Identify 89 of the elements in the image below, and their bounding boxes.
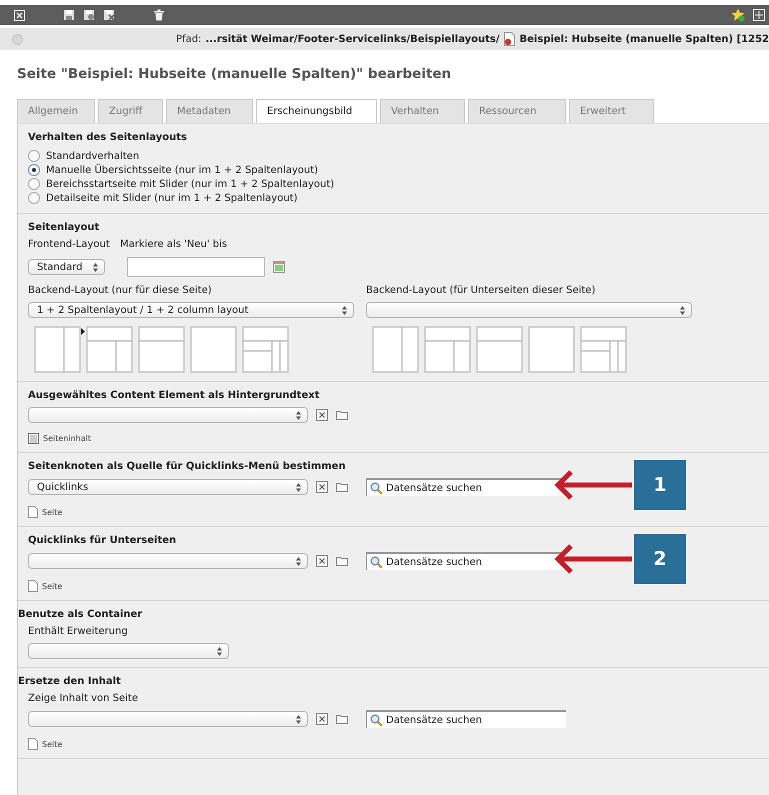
page-icon [28, 506, 38, 518]
record-type-label: Seite [42, 508, 62, 516]
search-field[interactable]: Datensätze suchen [366, 710, 566, 728]
page-icon [504, 32, 516, 46]
dropdown[interactable] [28, 553, 308, 569]
section-heading: Benutze als Container [18, 609, 144, 620]
section-heading: Ausgewähltes Content Element als Hintergrundtext [28, 390, 320, 401]
search-input[interactable]: Datensätze suchen [386, 482, 556, 494]
search-icon [370, 556, 383, 568]
updown-icon [93, 262, 98, 272]
clear-icon[interactable] [316, 713, 328, 725]
calendar-icon[interactable] [273, 261, 285, 273]
field-label: Markiere als 'Neu' bis [120, 239, 228, 250]
record-type-label: Seite [42, 740, 62, 748]
radio-button[interactable] [28, 164, 40, 176]
field-label: Zeige Inhalt von Seite [28, 693, 139, 704]
radio-label: Detailseite mit Slider (nur im 1 + 2 Spaltenlayout) [46, 192, 298, 204]
path-trail: ...rsität Weimar/Footer-Servicelinks/Beispiellayouts/ [205, 34, 500, 44]
clear-icon[interactable] [316, 481, 328, 493]
dropdown[interactable]: 1 + 2 Spaltenlayout / 1 + 2 column layout [28, 302, 354, 318]
section-heading: Quicklinks für Unterseiten [28, 535, 178, 546]
updown-icon [296, 410, 301, 420]
tab[interactable]: Verhalten [380, 99, 465, 123]
updown-icon [217, 646, 222, 656]
dropdown[interactable] [28, 407, 308, 423]
layout-thumbnail[interactable] [81, 326, 133, 373]
dropdown[interactable]: Quicklinks [28, 479, 308, 495]
radio-button[interactable] [28, 192, 40, 204]
updown-icon [296, 556, 301, 566]
record-type-label: Seite [42, 582, 62, 590]
delete-icon[interactable] [153, 9, 165, 21]
section-heading: Ersetze den Inhalt [18, 676, 122, 687]
tab[interactable]: Ressourcen [468, 99, 566, 123]
radio-label: Bereichsstartseite mit Slider (nur im 1 + 2 Spaltenlayout) [46, 178, 334, 190]
dropdown[interactable] [366, 302, 692, 318]
dropdown[interactable] [28, 711, 308, 727]
search-field[interactable]: Datensätze suchen [366, 552, 566, 570]
page-icon [28, 738, 38, 750]
list-icon [28, 433, 39, 444]
folder-icon[interactable] [336, 556, 348, 566]
section-heading: Seitenknoten als Quelle für Quicklinks-Menü bestimmen [28, 461, 347, 472]
fullscreen-icon[interactable] [753, 9, 765, 21]
search-icon [370, 482, 383, 494]
field-label: Frontend-Layout [28, 239, 111, 250]
callout-number: 2 [634, 534, 686, 584]
close-icon[interactable] [14, 10, 25, 20]
updown-icon [342, 306, 347, 314]
updown-icon [296, 482, 301, 492]
arrow-icon [554, 544, 632, 574]
page-title: Beispiel: Hubseite (manuelle Spalten) [1252 [520, 34, 769, 44]
field-label: Backend-Layout (für Unterseiten dieser Seite) [366, 285, 596, 296]
tab[interactable]: Metadaten [166, 99, 253, 123]
folder-icon[interactable] [336, 482, 348, 492]
clear-icon[interactable] [316, 555, 328, 567]
radio-label: Standardverhalten [46, 150, 140, 162]
section-heading: Verhalten des Seitenlayouts [28, 132, 188, 143]
search-input[interactable]: Datensätze suchen [386, 556, 556, 568]
search-input[interactable]: Datensätze suchen [386, 714, 556, 726]
tab[interactable]: Zugriff [98, 99, 163, 123]
dropdown[interactable]: Standard [28, 259, 105, 275]
field-label: Enthält Erweiterung [28, 626, 129, 637]
save-icon[interactable] [63, 9, 75, 21]
updown-icon [680, 306, 685, 314]
date-field[interactable] [127, 257, 265, 277]
save-view-icon[interactable] [83, 9, 95, 21]
radio-label: Manuelle Übersichtsseite (nur im 1 + 2 Spaltenlayout) [46, 164, 318, 176]
tab[interactable]: Erscheinungsbild [256, 99, 377, 123]
field-label: Backend-Layout (nur für diese Seite) [28, 285, 213, 296]
path-label: Pfad: [176, 34, 202, 44]
radio-button[interactable] [28, 178, 40, 190]
search-field[interactable]: Datensätze suchen [366, 478, 566, 496]
section-heading: Seitenlayout [28, 222, 100, 233]
page-heading: Seite "Beispiel: Hubseite (manuelle Spalten)" bearbeiten [17, 66, 452, 84]
tab[interactable]: Allgemein [17, 99, 95, 123]
updown-icon [296, 714, 301, 724]
clear-icon[interactable] [316, 409, 328, 421]
folder-icon[interactable] [336, 410, 348, 420]
star-icon[interactable] [731, 8, 745, 22]
search-icon [370, 714, 383, 726]
page-icon [28, 580, 38, 592]
record-type-label: Seiteninhalt [43, 434, 91, 443]
radio-button[interactable] [28, 150, 40, 162]
callout-number: 1 [634, 460, 686, 510]
arrow-icon [554, 470, 632, 500]
save-close-icon[interactable] [103, 9, 115, 21]
help-icon[interactable] [12, 34, 23, 44]
folder-icon[interactable] [336, 714, 348, 724]
tab[interactable]: Erweitert [569, 99, 654, 123]
dropdown[interactable] [28, 643, 229, 659]
